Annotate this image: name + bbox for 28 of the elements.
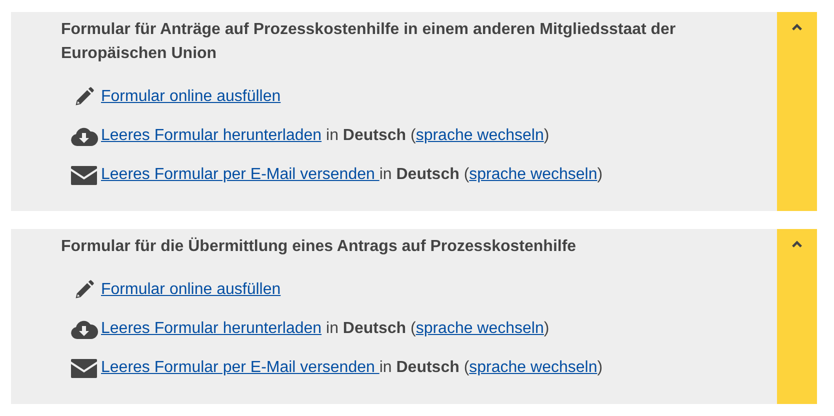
form-link[interactable]: Leeres Formular herunterladen [101, 124, 322, 148]
toggle-button[interactable] [777, 12, 817, 211]
caret-icon [790, 22, 804, 33]
closing-paren: ) [597, 165, 603, 185]
form-link[interactable]: Formular online ausfüllen [101, 278, 281, 302]
language-note: in Deutsch ( [325, 126, 416, 146]
closing-paren: ) [544, 319, 550, 339]
language-note: in Deutsch ( [379, 165, 470, 185]
change-language-link[interactable]: sprache wechseln [416, 317, 544, 341]
panel-title: Formular für Anträge auf Prozesskostenhilfe in einem anderen Mitgliedsstaat der Europäischen Union [61, 20, 677, 64]
closing-paren: ) [544, 126, 550, 146]
envelope-icon [70, 357, 98, 379]
language-note: in Deutsch ( [379, 358, 470, 378]
panel-title: Formular für die Übermittlung eines Antrags auf Prozesskostenhilfe [61, 236, 578, 257]
cloud-download-icon [70, 318, 98, 340]
form-link[interactable]: Leeres Formular per E-Mail versenden [101, 356, 380, 380]
caret-icon [790, 239, 804, 250]
change-language-link[interactable]: sprache wechseln [469, 356, 598, 380]
form-link[interactable]: Leeres Formular herunterladen [101, 317, 322, 341]
language-note: in Deutsch ( [325, 319, 416, 339]
form-link[interactable]: Leeres Formular per E-Mail versenden [101, 163, 380, 187]
cloud-download-icon [70, 125, 98, 147]
form-link[interactable]: Formular online ausfüllen [101, 85, 281, 109]
toggle-button[interactable] [777, 229, 817, 404]
change-language-link[interactable]: sprache wechseln [469, 163, 598, 187]
change-language-link[interactable]: sprache wechseln [416, 124, 544, 148]
closing-paren: ) [597, 358, 603, 378]
envelope-icon [70, 164, 98, 186]
